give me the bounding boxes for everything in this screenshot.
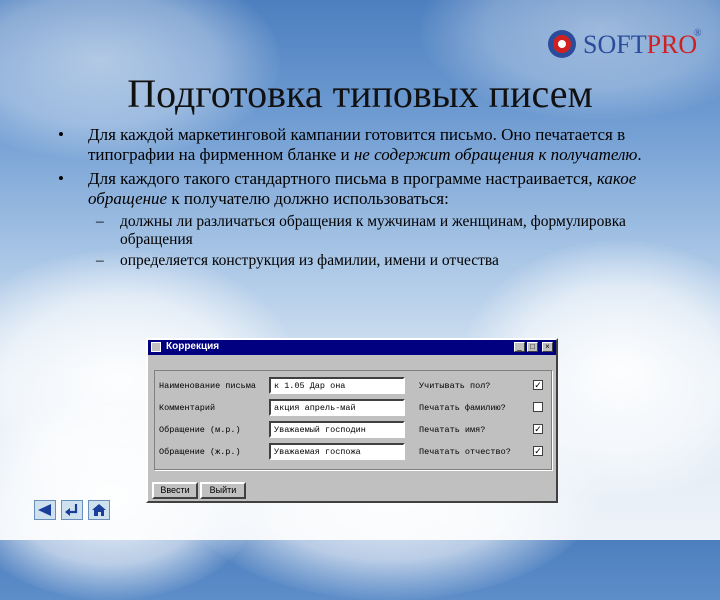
bullet-marker: • [58, 169, 64, 188]
consider-gender-checkbox[interactable]: ✓ [533, 380, 543, 390]
return-button[interactable] [61, 500, 83, 520]
minimize-button[interactable]: _ [514, 342, 525, 352]
greeting-female-field[interactable]: Уважаемая госпожа [269, 443, 405, 460]
bullet-text: Для каждого такого стандартного письма в… [88, 169, 597, 188]
bullet-text-end: к получателю должно использоваться: [167, 189, 449, 208]
field-label: Обращение (м.р.) [159, 425, 241, 435]
back-button[interactable] [34, 500, 56, 520]
correction-dialog: Коррекция _ □ × Наименование письма к 1.… [146, 338, 558, 503]
print-name-checkbox[interactable]: ✓ [533, 424, 543, 434]
field-label: Наименование письма [159, 381, 256, 391]
greeting-male-field[interactable]: Уважаемый господин [269, 421, 405, 438]
logo-pro: PRO [646, 30, 698, 59]
print-surname-checkbox[interactable] [533, 402, 543, 412]
sub-marker: – [96, 213, 104, 230]
checkbox-label: Печатать фамилию? [419, 403, 506, 413]
bullet-item: • Для каждой маркетинговой кампании гото… [58, 125, 678, 165]
close-button[interactable]: × [542, 342, 553, 352]
sub-list: – должны ли различаться обращения к мужч… [58, 213, 678, 270]
bullet-emphasis: не содержит обращения к получателю [353, 145, 638, 164]
back-icon [38, 504, 51, 516]
softpro-logo: SOFTPRO ® [545, 24, 705, 64]
enter-button[interactable]: Ввести [152, 482, 198, 499]
bullet-list: • Для каждой маркетинговой кампании гото… [58, 125, 678, 270]
slide-title: Подготовка типовых писем [127, 71, 593, 116]
dialog-titlebar[interactable]: Коррекция _ □ × [148, 340, 556, 355]
bullet-marker: • [58, 125, 64, 144]
sub-item: – определяется конструкция из фамилии, и… [96, 252, 678, 270]
exit-button[interactable]: Выйти [200, 482, 246, 499]
home-icon [92, 504, 106, 516]
bullet-text-end: . [637, 145, 642, 164]
sub-item: – должны ли различаться обращения к мужч… [96, 213, 678, 249]
checkbox-label: Учитывать пол? [419, 381, 491, 391]
softpro-logo-mark-icon [548, 30, 576, 58]
comment-field[interactable]: акция апрель-май [269, 399, 405, 416]
window-icon [151, 342, 161, 352]
letter-name-field[interactable]: к 1.05 Дар она [269, 377, 405, 394]
bullet-item: • Для каждого такого стандартного письма… [58, 169, 678, 209]
dialog-title: Коррекция [166, 341, 220, 352]
logo-soft: SOFT [583, 30, 647, 59]
logo-registered: ® [694, 28, 702, 39]
print-patronymic-checkbox[interactable]: ✓ [533, 446, 543, 456]
return-icon [65, 504, 78, 516]
checkbox-label: Печатать отчество? [419, 447, 511, 457]
field-label: Комментарий [159, 403, 216, 413]
field-label: Обращение (ж.р.) [159, 447, 241, 457]
sub-marker: – [96, 252, 104, 269]
fields-group: Наименование письма к 1.05 Дар она Учиты… [154, 370, 552, 470]
maximize-button[interactable]: □ [527, 342, 538, 352]
home-button[interactable] [88, 500, 110, 520]
sub-text: определяется конструкция из фамилии, име… [120, 252, 499, 269]
checkbox-label: Печатать имя? [419, 425, 486, 435]
sub-text: должны ли различаться обращения к мужчин… [120, 213, 626, 248]
